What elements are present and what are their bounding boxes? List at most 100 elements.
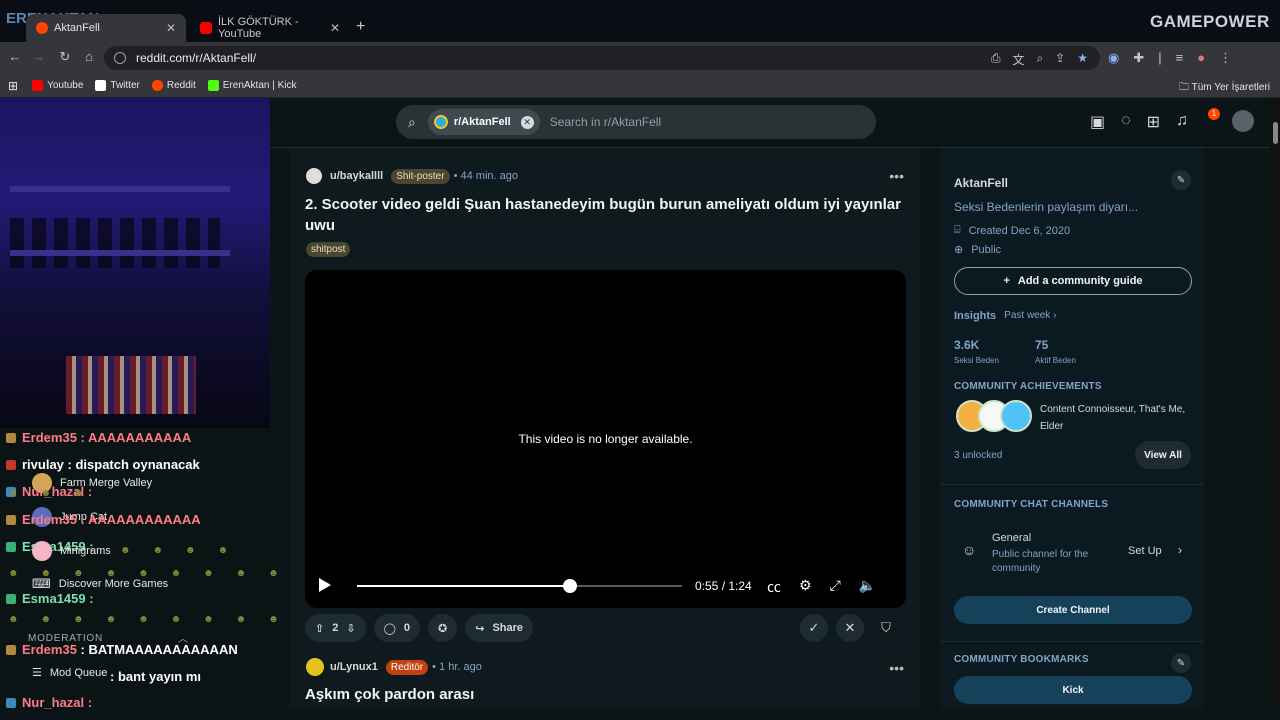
user-avatar[interactable] <box>1232 110 1254 132</box>
set-up-label: Set Up <box>1128 545 1162 557</box>
channel-name: General <box>992 532 1032 544</box>
bookmark-youtube[interactable]: Youtube <box>32 80 83 91</box>
bookmark-kick-button[interactable]: Kick <box>954 676 1192 704</box>
post-flair-tag[interactable]: shitpost <box>306 242 351 257</box>
back-icon[interactable]: ← <box>6 49 24 64</box>
insights-label: Insights <box>954 310 997 322</box>
apps-icon[interactable]: ⊞ <box>8 79 18 93</box>
address-bar[interactable]: reddit.com/r/AktanFell/ ⎙ 文 ⌕ ⇪ ★ <box>104 46 1100 70</box>
search-input[interactable]: Search in r/AktanFell <box>550 115 661 129</box>
award-button[interactable]: ✪ <box>428 614 458 642</box>
game-minigrams[interactable]: Minigrams <box>32 541 111 561</box>
chat-user: Erdem35 <box>22 430 77 445</box>
close-tab-icon[interactable]: ✕ <box>166 21 176 35</box>
post2-title[interactable]: Aşkım çok pardon arası <box>305 686 474 703</box>
approve-icon[interactable]: ✓ <box>800 614 828 642</box>
remove-icon[interactable]: ✕ <box>836 614 864 642</box>
figure-collection <box>10 218 220 268</box>
chat-icon[interactable]: ◌ <box>1121 112 1131 132</box>
post2-menu-icon[interactable]: ••• <box>889 660 904 676</box>
add-community-guide-button[interactable]: + Add a community guide <box>954 267 1192 295</box>
play-icon[interactable] <box>319 578 331 592</box>
notifications-icon[interactable]: ♫ <box>1176 112 1188 132</box>
downvote-icon[interactable]: ⇩ <box>346 622 355 635</box>
edit-pencil-icon[interactable]: ✎ <box>1171 170 1191 190</box>
seek-handle[interactable] <box>562 579 577 593</box>
settings-gear-icon[interactable]: ⚙ <box>799 577 812 597</box>
bookmark-twitter[interactable]: Twitter <box>95 80 140 91</box>
all-bookmarks[interactable]: 🗀 Tüm Yer İşaretleri <box>1179 80 1270 97</box>
dot-separator: • <box>432 661 440 673</box>
comments-button[interactable]: ◯ 0 <box>373 614 420 642</box>
create-post-icon[interactable]: ⊞ <box>1147 112 1160 132</box>
author-avatar[interactable] <box>306 168 322 184</box>
cake-icon: ⌸ <box>954 224 961 236</box>
bookmark-reddit[interactable]: Reddit <box>151 80 196 91</box>
home-icon[interactable]: ⌂ <box>80 49 98 64</box>
bookmark-label: Twitter <box>110 80 140 91</box>
close-tab-icon[interactable]: ✕ <box>330 21 340 35</box>
reload-icon[interactable]: ↻ <box>56 49 74 65</box>
seek-bar[interactable] <box>357 579 682 593</box>
ads-icon[interactable]: ▣ <box>1090 112 1105 132</box>
user-flair: Shit-poster <box>391 168 450 184</box>
extension-icon[interactable]: ◉ <box>1108 50 1119 66</box>
post-author[interactable]: u/baykallll <box>330 170 383 182</box>
bookmarks-header: COMMUNITY BOOKMARKS <box>954 654 1089 665</box>
insights-period[interactable]: Past week › <box>1004 310 1056 322</box>
tab-youtube[interactable]: İLK GÖKTÜRK - YouTube ✕ <box>190 14 350 42</box>
view-all-button[interactable]: View All <box>1135 441 1191 469</box>
notification-badge: 1 <box>1208 108 1220 120</box>
fullscreen-icon[interactable]: ⤢ <box>830 577 841 597</box>
subreddit-chip[interactable]: r/AktanFell ✕ <box>427 109 540 135</box>
scrollbar-thumb[interactable] <box>1273 122 1278 144</box>
share-icon[interactable]: ⇪ <box>1055 51 1065 68</box>
stat-label: Seksi Beden <box>954 356 999 365</box>
vote-count: 2 <box>332 622 339 634</box>
post-title[interactable]: 2. Scooter video geldi Şuan hastanedeyim… <box>305 194 905 236</box>
emote-row: ☻☻☻ <box>8 488 106 499</box>
badge-icon <box>6 542 16 552</box>
post2-author[interactable]: u/Lynux1 <box>330 661 378 673</box>
site-info-icon[interactable] <box>114 52 126 64</box>
post-menu-icon[interactable]: ••• <box>889 168 904 184</box>
forward-icon[interactable]: → <box>30 49 48 64</box>
chat-user: Erdem35 <box>22 642 77 657</box>
chevron-right-icon: › <box>1178 543 1182 557</box>
captions-icon[interactable]: ㏄ <box>767 577 781 597</box>
page-scrollbar[interactable] <box>1270 98 1280 708</box>
visibility-label: Public <box>971 243 1002 256</box>
mod-queue[interactable]: ☰ Mod Queue <box>32 666 107 680</box>
video-player[interactable]: This video is no longer available. 0:55 … <box>305 270 906 608</box>
post-actions: ⇧ 2 ⇩ ◯ 0 ✪ ↪ Share <box>305 614 534 642</box>
shield-icon[interactable]: ⛉ <box>872 614 900 642</box>
achievements-list: Content Connoisseur, That's Me, Elder <box>1040 404 1186 432</box>
share-arrow-icon: ↪ <box>475 622 485 635</box>
create-channel-button[interactable]: Create Channel <box>954 596 1192 624</box>
bookmark-label: Youtube <box>47 80 84 91</box>
edit-bookmarks-icon[interactable]: ✎ <box>1171 653 1191 673</box>
chat-bubble-icon: ☺ <box>962 542 977 558</box>
search-icon: ⌕ <box>408 113 416 130</box>
profile-icon[interactable]: ● <box>1197 50 1205 66</box>
badge-icon <box>6 594 16 604</box>
search-bar[interactable]: ⌕ r/AktanFell ✕ Search in r/AktanFell <box>396 105 876 139</box>
menu-icon[interactable]: ⋮ <box>1219 50 1232 66</box>
channel-general[interactable]: ☺ General Public channel for the communi… <box>962 528 1198 574</box>
bookmark-star-icon[interactable]: ★ <box>1077 51 1088 68</box>
discover-more-games[interactable]: ⌨ Discover More Games <box>32 576 168 592</box>
reading-list-icon[interactable]: ≡ <box>1176 50 1184 66</box>
bookmark-kick[interactable]: ErenAktan | Kick <box>207 80 297 91</box>
clear-chip-icon[interactable]: ✕ <box>520 115 534 129</box>
zoom-icon[interactable]: ⌕ <box>1036 51 1043 68</box>
divider <box>940 484 1204 485</box>
new-tab-button[interactable]: + <box>356 18 365 36</box>
install-icon[interactable]: ⎙ <box>991 51 1001 68</box>
translate-icon[interactable]: 文 <box>1012 51 1024 68</box>
author-avatar[interactable] <box>306 658 324 676</box>
share-button[interactable]: ↪ Share <box>465 614 534 642</box>
puzzle-icon[interactable]: ✚ <box>1133 50 1144 66</box>
volume-icon[interactable]: 🔈 <box>859 577 876 597</box>
upvote-icon[interactable]: ⇧ <box>315 622 324 635</box>
tab-aktanfell[interactable]: AktanFell ✕ <box>26 14 186 42</box>
